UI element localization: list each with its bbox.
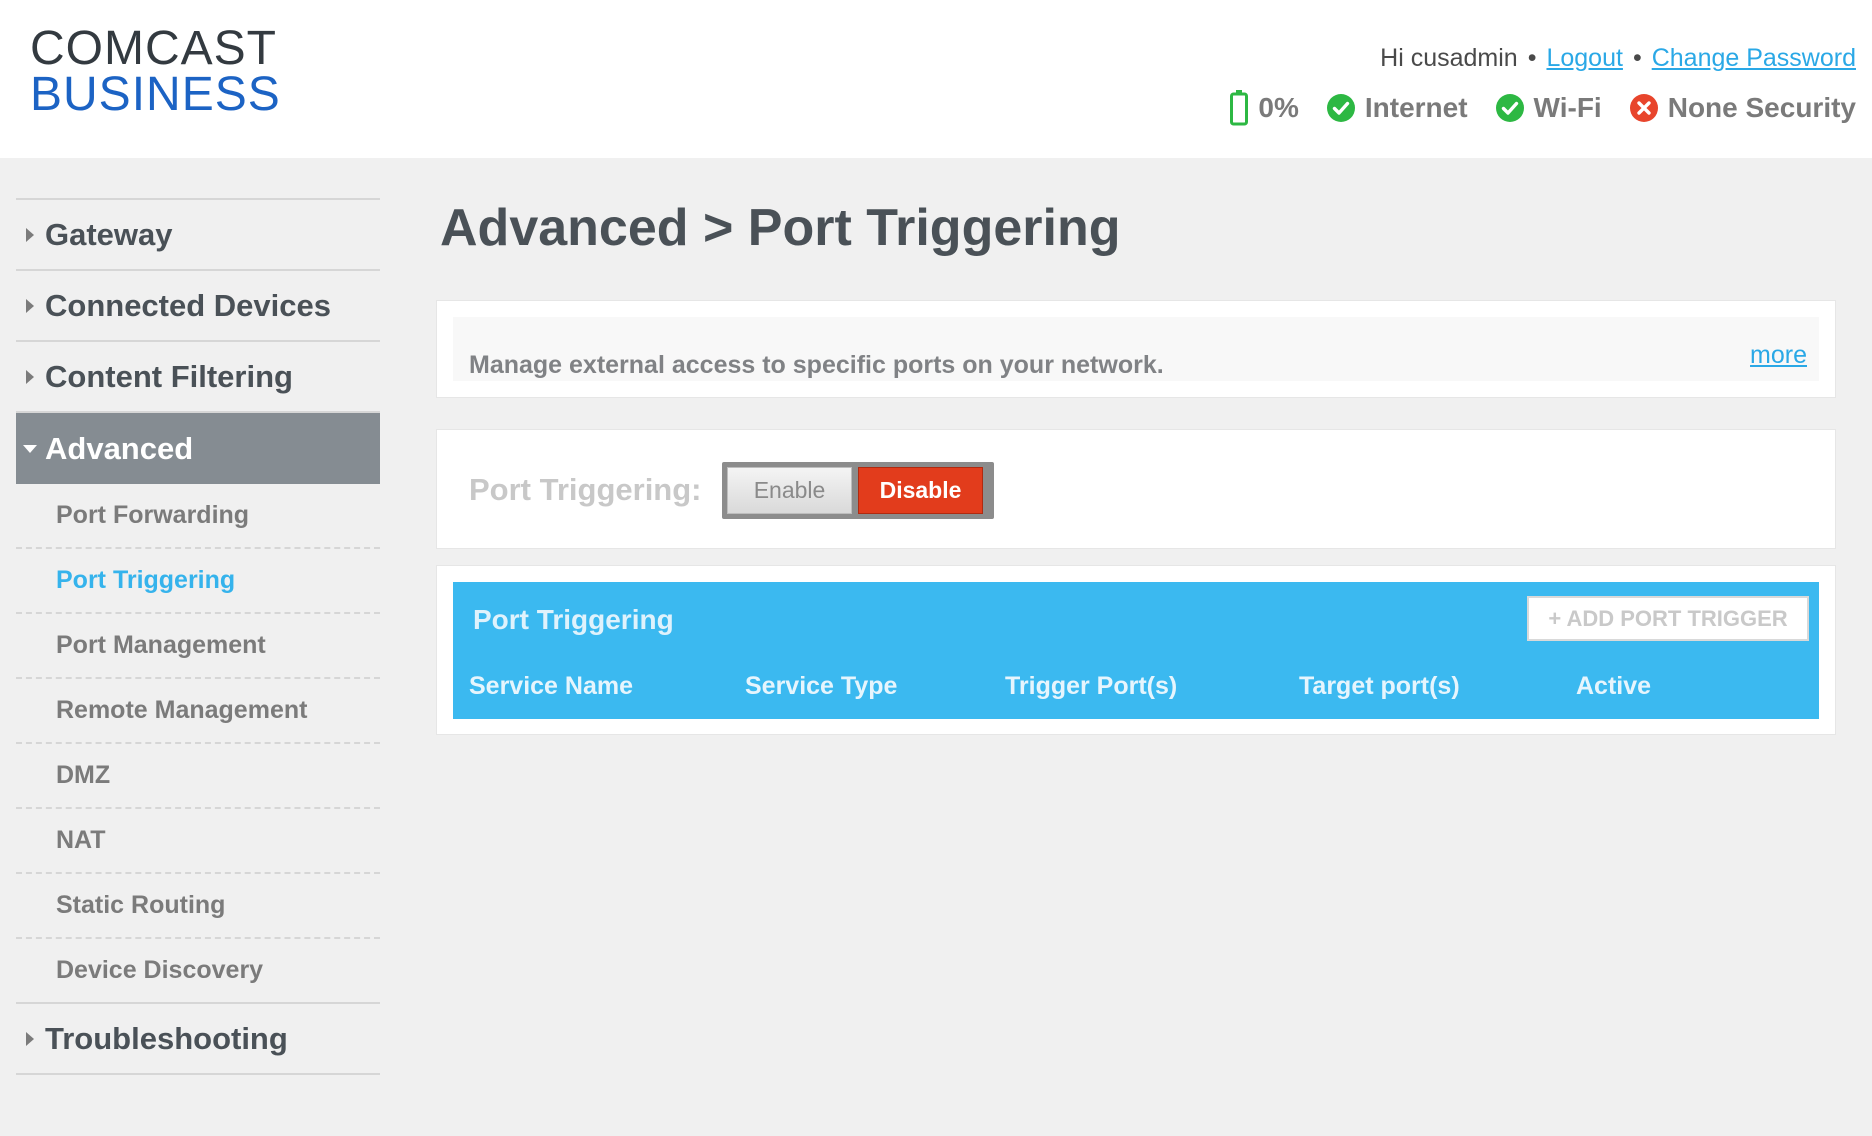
check-circle-icon <box>1326 94 1355 122</box>
comcast-business-logo[interactable]: COMCAST BUSINESS <box>30 22 281 121</box>
sidebar-subitem-label: NAT <box>56 826 106 854</box>
sidebar-subitem-dmz[interactable]: DMZ <box>16 744 380 809</box>
sidebar-item-label: Advanced <box>45 430 194 466</box>
sidebar-item-gateway[interactable]: Gateway <box>16 200 380 271</box>
sidebar-item-troubleshooting[interactable]: Troubleshooting <box>16 1004 380 1075</box>
battery-label: 0% <box>1258 92 1299 123</box>
wifi-status[interactable]: Wi-Fi <box>1495 92 1602 124</box>
sidebar-item-label: Troubleshooting <box>45 1020 288 1056</box>
sidebar-item-label: Connected Devices <box>45 287 331 323</box>
sidebar-subitem-label: Remote Management <box>56 696 308 724</box>
logout-link[interactable]: Logout <box>1546 44 1622 72</box>
port-triggering-toggle-label: Port Triggering: <box>469 472 702 507</box>
x-circle-icon <box>1629 94 1658 122</box>
greeting: Hi cusadmin <box>1380 44 1518 72</box>
status-bar: 0% Internet Wi-Fi None Security <box>1230 90 1856 126</box>
sidebar-item-connected-devices[interactable]: Connected Devices <box>16 271 380 342</box>
separator: • <box>1527 44 1537 72</box>
port-triggering-toggle: Enable Disable <box>722 462 994 519</box>
sidebar-subitem-port-forwarding[interactable]: Port Forwarding <box>16 484 380 549</box>
triangle-right-icon <box>15 227 45 242</box>
triangle-right-icon <box>15 1031 45 1046</box>
sidebar-item-content-filtering[interactable]: Content Filtering <box>16 342 380 413</box>
sidebar-item-advanced[interactable]: Advanced <box>16 413 380 484</box>
column-header-trigger-ports: Trigger Port(s) <box>1005 672 1178 700</box>
column-header-active: Active <box>1576 672 1652 700</box>
sidebar-subitem-label: DMZ <box>56 761 111 789</box>
triangle-down-icon <box>15 444 45 453</box>
battery-status: 0% <box>1230 90 1299 126</box>
battery-icon <box>1230 90 1249 126</box>
column-header-service-type: Service Type <box>745 672 898 700</box>
triangle-right-icon <box>15 369 45 384</box>
sidebar-subitem-label: Port Forwarding <box>56 501 250 529</box>
port-triggering-table-panel: Port Triggering + ADD PORT TRIGGER Servi… <box>436 565 1836 735</box>
table-title: Port Triggering <box>473 604 674 635</box>
toggle-panel: Port Triggering: Enable Disable <box>436 429 1836 549</box>
disable-button[interactable]: Disable <box>858 467 983 514</box>
sidebar-nav: Gateway Connected Devices Content Filter… <box>16 198 380 1075</box>
sidebar-subitem-label: Port Management <box>56 631 266 659</box>
sidebar-subitem-device-discovery[interactable]: Device Discovery <box>16 939 380 1004</box>
sidebar-subitem-port-management[interactable]: Port Management <box>16 614 380 679</box>
sidebar-subitem-remote-management[interactable]: Remote Management <box>16 679 380 744</box>
logo-line-2: BUSINESS <box>30 68 281 121</box>
column-header-service-name: Service Name <box>469 672 634 700</box>
port-triggering-table: Port Triggering + ADD PORT TRIGGER Servi… <box>453 582 1819 719</box>
enable-button[interactable]: Enable <box>727 467 852 514</box>
internet-status[interactable]: Internet <box>1326 92 1468 124</box>
column-header-target-ports: Target port(s) <box>1299 672 1460 700</box>
security-status[interactable]: None Security <box>1629 92 1856 124</box>
sidebar-subitem-label: Device Discovery <box>56 956 264 984</box>
separator: • <box>1632 44 1642 72</box>
sidebar-subitem-label: Static Routing <box>56 891 226 919</box>
info-text: Manage external access to specific ports… <box>469 351 1164 379</box>
more-link[interactable]: more <box>1750 341 1807 370</box>
page-title: Advanced > Port Triggering <box>440 199 1121 257</box>
info-panel: Manage external access to specific ports… <box>436 300 1836 398</box>
user-row: Hi cusadmin • Logout • Change Password <box>1380 44 1856 73</box>
sidebar-item-label: Content Filtering <box>45 358 293 394</box>
wifi-label: Wi-Fi <box>1533 92 1602 123</box>
logo-line-1: COMCAST <box>30 22 277 75</box>
check-circle-icon <box>1495 94 1524 122</box>
sidebar-item-label: Gateway <box>45 216 173 252</box>
sidebar-subitem-label: Port Triggering <box>56 566 236 594</box>
security-label: None Security <box>1667 92 1856 123</box>
sidebar-subitem-static-routing[interactable]: Static Routing <box>16 874 380 939</box>
sidebar-subitem-port-triggering[interactable]: Port Triggering <box>16 549 380 614</box>
header: COMCAST BUSINESS Hi cusadmin • Logout • Chan… <box>0 0 1872 158</box>
info-box: Manage external access to specific ports… <box>453 317 1819 381</box>
triangle-right-icon <box>15 298 45 313</box>
sidebar-subitem-nat[interactable]: NAT <box>16 809 380 874</box>
change-password-link[interactable]: Change Password <box>1652 44 1856 72</box>
internet-label: Internet <box>1364 92 1468 123</box>
add-port-trigger-button[interactable]: + ADD PORT TRIGGER <box>1527 596 1809 641</box>
